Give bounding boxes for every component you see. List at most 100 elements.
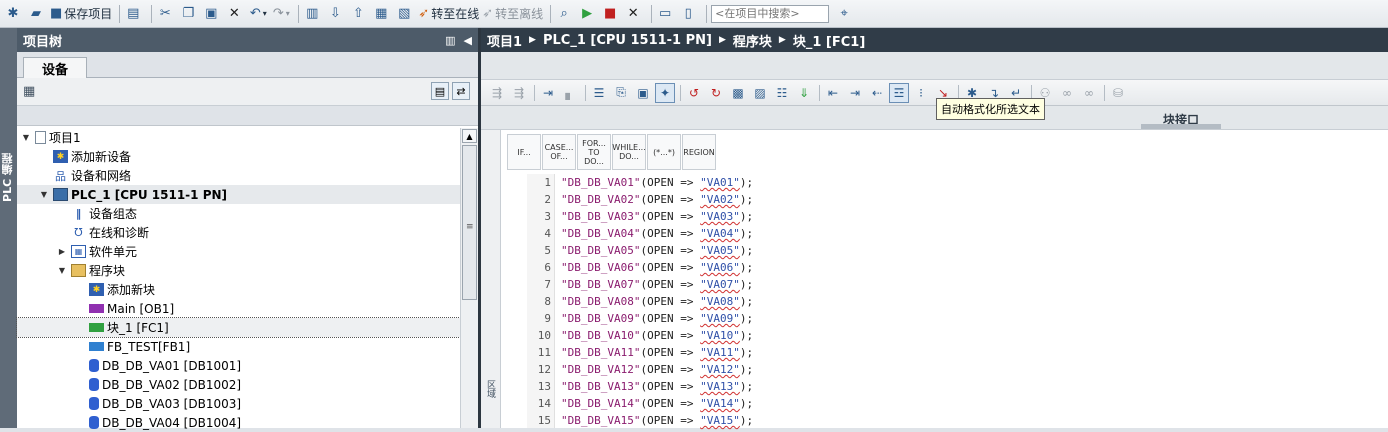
plc-programming-label[interactable]: PLC 编程	[0, 153, 17, 202]
tree-item[interactable]: ▼ 项目1	[17, 128, 460, 147]
overview-view-icon[interactable]: ▤	[431, 82, 449, 100]
stop-cpu-icon[interactable]: ■	[601, 3, 621, 25]
code-line[interactable]: 7 "DB_DB_VA07"(OPEN => "VA07");	[527, 276, 1388, 293]
code-area[interactable]: 1 "DB_DB_VA01"(OPEN => "VA01"); 2 "DB_DB_V…	[527, 174, 1388, 428]
expander-icon[interactable]: ▼	[21, 133, 31, 142]
accessible-devices-icon[interactable]: ⌕	[555, 3, 575, 25]
code-line[interactable]: 12 "DB_DB_VA12"(OPEN => "VA12");	[527, 361, 1388, 378]
snippet-case[interactable]: CASE... OF...	[542, 134, 576, 170]
set-breakpoint-icon[interactable]: ↺	[684, 83, 704, 103]
paste-icon[interactable]: ▣	[202, 3, 222, 25]
code-line[interactable]: 14 "DB_DB_VA14"(OPEN => "VA14");	[527, 395, 1388, 412]
cross-reference-icon[interactable]: ✕	[624, 3, 644, 25]
panel-layout-icon[interactable]: ▥	[445, 34, 455, 47]
project-search-input[interactable]	[711, 4, 830, 23]
breakpoint-config-icon[interactable]: ▨	[750, 83, 770, 103]
auto-format-icon[interactable]: ✦	[655, 82, 675, 103]
expander-icon[interactable]: ▼	[57, 266, 67, 275]
breakpoint-list-icon[interactable]: ▩	[728, 83, 748, 103]
tree-item[interactable]: DB_DB_VA03 [DB1003]	[17, 394, 460, 413]
tree-item[interactable]: ▼ 程序块	[17, 261, 460, 280]
cut-icon[interactable]: ✂	[156, 3, 176, 25]
search-go-icon[interactable]: ⌖	[835, 3, 855, 25]
print-icon[interactable]: ▤	[124, 3, 144, 25]
snippet-region[interactable]: REGION	[682, 134, 716, 170]
scroll-up-icon[interactable]: ▲	[462, 129, 477, 143]
line-numbers-icon[interactable]: ⁝	[911, 83, 931, 103]
tree-item[interactable]: ▼ PLC_1 [CPU 1511-1 PN]	[17, 185, 460, 204]
code-line[interactable]: 5 "DB_DB_VA05"(OPEN => "VA05");	[527, 242, 1388, 259]
glasses-icon[interactable]: ∞	[1057, 83, 1077, 103]
remove-breakpoint-icon[interactable]: ↻	[706, 83, 726, 103]
interface-splitter[interactable]	[1141, 124, 1221, 129]
tree-item[interactable]: Main [OB1]	[17, 299, 460, 318]
snippet-if[interactable]: IF...	[507, 134, 541, 170]
tree-item[interactable]: 品 设备和网络	[17, 166, 460, 185]
save-project-button[interactable]: ■ 保存项目	[50, 3, 112, 25]
indent-icon[interactable]: ⇥	[845, 83, 865, 103]
breadcrumb-item[interactable]: 项目1	[487, 31, 522, 50]
tree-item[interactable]: ‖ 设备组态	[17, 204, 460, 223]
split-horizontal-icon[interactable]: ▭	[656, 3, 676, 25]
format-selection-icon[interactable]: ☲	[889, 82, 909, 103]
step-list-icon[interactable]: ☷	[772, 83, 792, 103]
expander-icon[interactable]: ▼	[39, 190, 49, 199]
simulation-icon[interactable]: ▦	[372, 3, 392, 25]
tree-item[interactable]: ✱ 添加新设备	[17, 147, 460, 166]
step-download-icon[interactable]: ⇓	[794, 83, 814, 103]
code-line[interactable]: 9 "DB_DB_VA09"(OPEN => "VA09");	[527, 310, 1388, 327]
code-line[interactable]: 11 "DB_DB_VA11"(OPEN => "VA11");	[527, 344, 1388, 361]
runtime-icon[interactable]: ▧	[395, 3, 415, 25]
expander-icon[interactable]: ▶	[57, 247, 67, 256]
tree-item[interactable]: ✱ 添加新块	[17, 280, 460, 299]
code-line[interactable]: 10 "DB_DB_VA10"(OPEN => "VA10");	[527, 327, 1388, 344]
download-icon[interactable]: ⇩	[326, 3, 346, 25]
glasses-off-icon[interactable]: ∞	[1079, 83, 1099, 103]
start-cpu-icon[interactable]: ▶	[578, 3, 598, 25]
code-line[interactable]: 13 "DB_DB_VA13"(OPEN => "VA13");	[527, 378, 1388, 395]
open-project-icon[interactable]: ▰	[27, 3, 47, 25]
open-block-icon[interactable]: ▣	[633, 83, 653, 103]
code-line[interactable]: 4 "DB_DB_VA04"(OPEN => "VA04");	[527, 225, 1388, 242]
breadcrumb-item[interactable]: 程序块	[733, 31, 772, 50]
tree-item[interactable]: DB_DB_VA04 [DB1004]	[17, 413, 460, 432]
tree-item[interactable]: ▶ ▦ 软件单元	[17, 242, 460, 261]
bookmark-icon[interactable]: ⎘	[611, 83, 631, 103]
go-online-button[interactable]: ➶ 转至在线	[418, 3, 479, 25]
tree-item[interactable]: DB_DB_VA01 [DB1001]	[17, 356, 460, 375]
refresh-view-icon[interactable]: ⇄	[452, 82, 470, 100]
code-line[interactable]: 2 "DB_DB_VA02"(OPEN => "VA02");	[527, 191, 1388, 208]
tree-item[interactable]: FB_TEST[FB1]	[17, 337, 460, 356]
monitor-icon[interactable]: ▖	[560, 83, 580, 103]
database-icon[interactable]: ⛁	[1108, 83, 1128, 103]
undo-icon[interactable]: ↶ ▾	[248, 3, 268, 25]
decrease-indent-icon[interactable]: ⇠	[867, 83, 887, 103]
upload-icon[interactable]: ⇧	[349, 3, 369, 25]
comment-lines-icon[interactable]: ☰	[589, 83, 609, 103]
compile-icon[interactable]: ▥	[303, 3, 323, 25]
outdent-icon[interactable]: ⇤	[823, 83, 843, 103]
delete-icon[interactable]: ✕	[225, 3, 245, 25]
breadcrumb-item[interactable]: 块_1 [FC1]	[793, 31, 865, 50]
go-offline-button[interactable]: ➶ 转至离线	[482, 3, 543, 25]
snippet-for[interactable]: FOR... TO DO...	[577, 134, 611, 170]
tree-scrollbar[interactable]: ▲ ≡	[460, 128, 478, 428]
breadcrumb-item[interactable]: PLC_1 [CPU 1511-1 PN]	[543, 33, 712, 48]
scroll-thumb[interactable]: ≡	[462, 145, 477, 300]
tree-item[interactable]: DB_DB_VA02 [DB1002]	[17, 375, 460, 394]
copy-icon[interactable]: ❐	[179, 3, 199, 25]
code-line[interactable]: 6 "DB_DB_VA06"(OPEN => "VA06");	[527, 259, 1388, 276]
new-project-icon[interactable]: ✱	[4, 3, 24, 25]
tree-item[interactable]: 块_1 [FC1]	[16, 317, 461, 338]
code-line[interactable]: 8 "DB_DB_VA08"(OPEN => "VA08");	[527, 293, 1388, 310]
redo-icon[interactable]: ↷ ▾	[271, 3, 291, 25]
collapse-panel-icon[interactable]: ◀	[464, 34, 472, 47]
code-line[interactable]: 15 "DB_DB_VA15"(OPEN => "VA15");	[527, 412, 1388, 429]
insert-line-icon[interactable]: ⇶	[509, 83, 529, 103]
tab-devices[interactable]: 设备	[23, 57, 87, 79]
split-vertical-icon[interactable]: ▯	[679, 3, 699, 25]
code-line[interactable]: 1 "DB_DB_VA01"(OPEN => "VA01");	[527, 174, 1388, 191]
snippet-comment[interactable]: (*...*)	[647, 134, 681, 170]
insert-parameter-icon[interactable]: ⇥	[538, 83, 558, 103]
code-line[interactable]: 3 "DB_DB_VA03"(OPEN => "VA03");	[527, 208, 1388, 225]
